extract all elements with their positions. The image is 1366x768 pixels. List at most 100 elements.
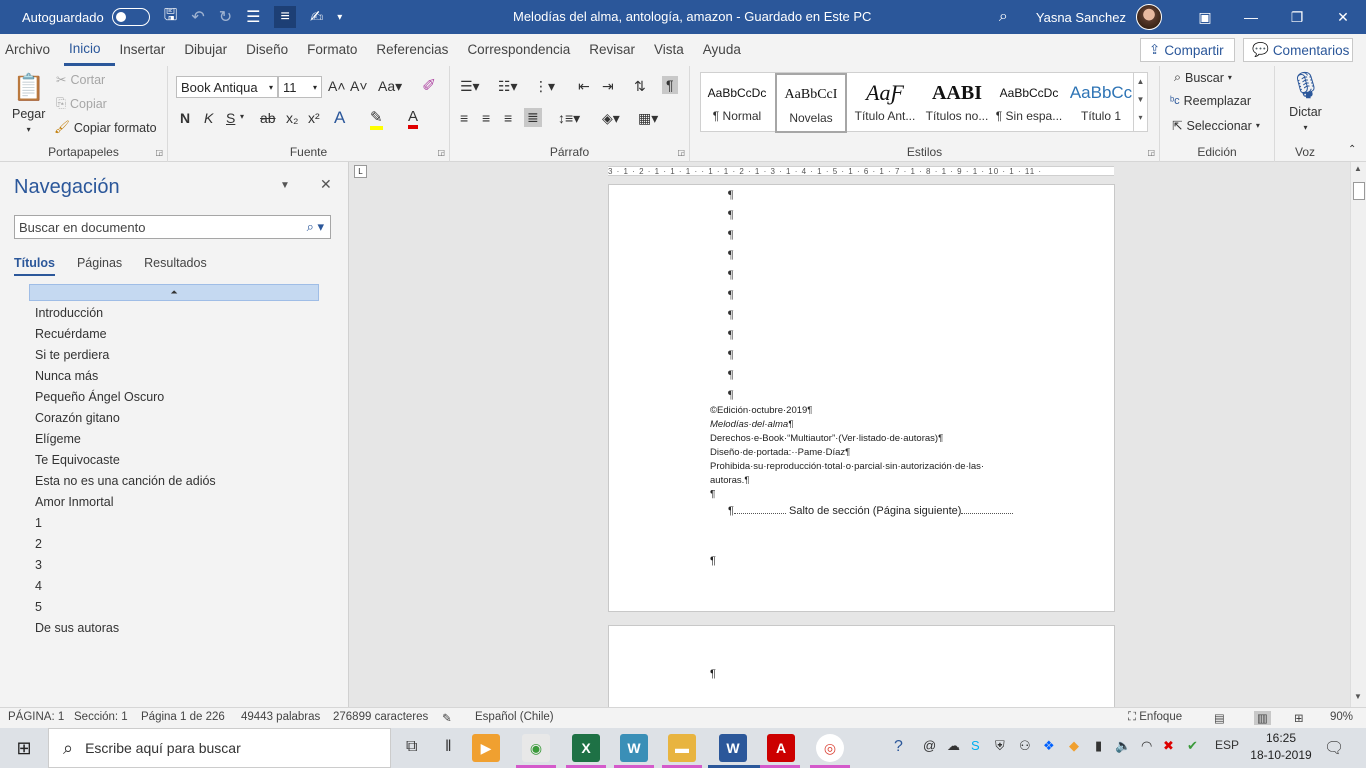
taskbar-search-input[interactable]: ⌕ Escribe aquí para buscar xyxy=(48,728,391,768)
cut-button[interactable]: ✂ Cortar xyxy=(56,72,105,88)
font-size-select[interactable]: 11 ▾ xyxy=(278,76,322,98)
increase-indent-icon[interactable]: ⇥ xyxy=(602,78,614,95)
vertical-scrollbar[interactable]: ▲ ▼ xyxy=(1350,162,1366,707)
style-titulo-1[interactable]: AaBbCc Título 1 xyxy=(1065,73,1137,133)
style-normal[interactable]: AaBbCcDc ¶ Normal xyxy=(701,73,773,133)
list-item[interactable]: Pequeño Ángel Oscuro xyxy=(35,389,216,410)
avast-icon[interactable]: ◆ xyxy=(1069,738,1079,754)
collapse-all-bar[interactable]: ⏶ xyxy=(29,284,319,301)
tab-vista[interactable]: Vista xyxy=(649,34,698,66)
decrease-indent-icon[interactable]: ⇤ xyxy=(578,78,590,95)
list-item[interactable]: Corazón gitano xyxy=(35,410,216,431)
format-painter-button[interactable]: 🖌 Copiar formato xyxy=(54,120,157,135)
line-spacing-icon[interactable]: ↕≡▾ xyxy=(558,110,580,127)
search-icon[interactable]: ⌕ xyxy=(999,8,1008,26)
text-effects-icon[interactable]: A xyxy=(334,108,345,128)
scroll-up-icon[interactable]: ▲ xyxy=(1354,164,1362,173)
close-icon[interactable]: ✕ xyxy=(1320,0,1366,34)
shrink-font-icon[interactable]: A˅ xyxy=(350,78,368,94)
show-marks-icon[interactable]: ¶ xyxy=(662,76,678,94)
list-item[interactable]: Elígeme xyxy=(35,431,216,452)
list-item[interactable]: 5 xyxy=(35,599,216,620)
subscript-button[interactable]: x₂ xyxy=(286,110,298,126)
tab-selector[interactable]: L xyxy=(354,165,367,178)
tab-inicio[interactable]: Inicio xyxy=(64,34,115,66)
list-item[interactable]: Esta no es una canción de adiós xyxy=(35,473,216,494)
sort-icon[interactable]: ⇅ xyxy=(634,78,646,95)
dictate-button[interactable]: 🎙 Dictar ▾ xyxy=(1289,70,1322,132)
chrome-icon[interactable]: ◎ xyxy=(816,734,844,762)
read-mode-icon[interactable]: ▤ xyxy=(1214,711,1225,725)
restore-icon[interactable]: ❐ xyxy=(1274,0,1320,34)
font-launcher-icon[interactable]: ◲ xyxy=(437,148,445,157)
tab-revisar[interactable]: Revisar xyxy=(584,34,649,66)
onedrive-icon[interactable]: ☁ xyxy=(947,738,960,754)
list-item[interactable]: De sus autoras xyxy=(35,620,216,641)
customize-qat-icon[interactable]: ▾ xyxy=(337,12,342,23)
search-input[interactable]: Buscar en documento ⌕ ▾ xyxy=(14,215,331,239)
page-indicator[interactable]: PÁGINA: 1 xyxy=(8,711,64,723)
error-icon[interactable]: ✖ xyxy=(1163,738,1174,754)
style-novelas[interactable]: AaBbCcI Novelas xyxy=(775,73,847,133)
notifications-icon[interactable]: 🗨 xyxy=(1324,738,1344,758)
italic-button[interactable]: K xyxy=(204,110,213,126)
align-center-icon[interactable]: ≡ xyxy=(482,110,490,126)
file-explorer-icon[interactable]: ▬ xyxy=(668,734,696,762)
volume-icon[interactable]: 🔈 xyxy=(1115,738,1131,754)
web-layout-icon[interactable]: ⊞ xyxy=(1294,711,1304,725)
numbering-icon[interactable]: ☷▾ xyxy=(498,78,518,95)
section-indicator[interactable]: Sección: 1 xyxy=(74,711,128,723)
change-case-icon[interactable]: Aa▾ xyxy=(378,78,402,95)
tab-ayuda[interactable]: Ayuda xyxy=(698,34,755,66)
copy-button[interactable]: ⎘ Copiar xyxy=(56,96,107,111)
tab-diseno[interactable]: Diseño xyxy=(241,34,302,66)
list-item[interactable]: Recuérdame xyxy=(35,326,216,347)
excel-icon[interactable]: X xyxy=(572,734,600,762)
bullets-qat-icon[interactable]: ☰ xyxy=(246,7,260,27)
user-name[interactable]: Yasna Sanchez xyxy=(1036,10,1126,25)
word-count[interactable]: 49443 palabras xyxy=(241,711,320,723)
paragraph-launcher-icon[interactable]: ◲ xyxy=(677,148,685,157)
spelling-qat-icon[interactable]: ✍ xyxy=(310,7,323,27)
windows-start-icon[interactable]: ⊞ xyxy=(0,728,48,768)
wifi-icon[interactable]: ◠ xyxy=(1141,738,1152,754)
acrobat-icon[interactable]: A xyxy=(767,734,795,762)
chevron-down-icon[interactable]: ▾ xyxy=(240,112,244,121)
skype-icon[interactable]: S xyxy=(971,738,980,753)
people-icon[interactable]: ⚇ xyxy=(1019,738,1031,754)
battery-icon[interactable]: ▮ xyxy=(1095,738,1102,754)
font-name-select[interactable]: Book Antiqua ▾ xyxy=(176,76,278,98)
focus-mode-button[interactable]: ⛶ Enfoque xyxy=(1128,711,1182,724)
shading-icon[interactable]: ◈▾ xyxy=(602,110,620,127)
search-icon[interactable]: ⌕ ▾ xyxy=(307,219,324,235)
clipboard-launcher-icon[interactable]: ◲ xyxy=(155,148,163,157)
input-language[interactable]: ESP xyxy=(1215,738,1239,752)
proofing-icon[interactable]: ✎ xyxy=(442,711,452,725)
bullets-icon[interactable]: ☰▾ xyxy=(460,78,480,95)
horizontal-ruler[interactable]: 3 · 1 · 2 · 1 · 1 · 1 · · 1 · 1 · 2 · 1 … xyxy=(608,166,1114,176)
align-right-icon[interactable]: ≡ xyxy=(504,110,512,126)
styles-scroll[interactable]: ▲ ▼ ▾ xyxy=(1133,73,1147,131)
char-count[interactable]: 276899 caracteres xyxy=(333,711,428,723)
list-item[interactable]: 4 xyxy=(35,578,216,599)
shield-icon[interactable]: ⛨ xyxy=(995,738,1005,754)
list-item[interactable]: Si te perdiera xyxy=(35,347,216,368)
grow-font-icon[interactable]: A˄ xyxy=(328,78,346,94)
at-icon[interactable]: @ xyxy=(923,738,936,753)
dropbox-icon[interactable]: ❖ xyxy=(1043,738,1055,754)
comments-button[interactable]: 💬 Comentarios xyxy=(1243,38,1353,62)
list-item[interactable]: 2 xyxy=(35,536,216,557)
minimize-icon[interactable]: — xyxy=(1228,0,1274,34)
scroll-down-icon[interactable]: ▼ xyxy=(1354,692,1362,701)
underline-button[interactable]: S xyxy=(226,110,235,126)
help-icon[interactable]: ? xyxy=(894,738,903,756)
list-item[interactable]: Amor Inmortal xyxy=(35,494,216,515)
close-pane-icon[interactable]: ✕ xyxy=(320,176,332,193)
styles-launcher-icon[interactable]: ◲ xyxy=(1147,148,1155,157)
find-button[interactable]: ⌕ Buscar ▾ xyxy=(1174,70,1232,85)
style-titulos-no[interactable]: AABI Títulos no... xyxy=(921,73,993,133)
share-button[interactable]: ⇪ Compartir xyxy=(1140,38,1235,62)
document-page[interactable]: ¶ ¶ ¶ ¶ ¶ ¶ ¶ ¶ ¶ ¶ ¶ ©Edición·octubre·2… xyxy=(608,184,1115,612)
wordpress-icon[interactable]: W xyxy=(620,734,648,762)
save-icon[interactable]: 🖫 xyxy=(164,4,178,31)
